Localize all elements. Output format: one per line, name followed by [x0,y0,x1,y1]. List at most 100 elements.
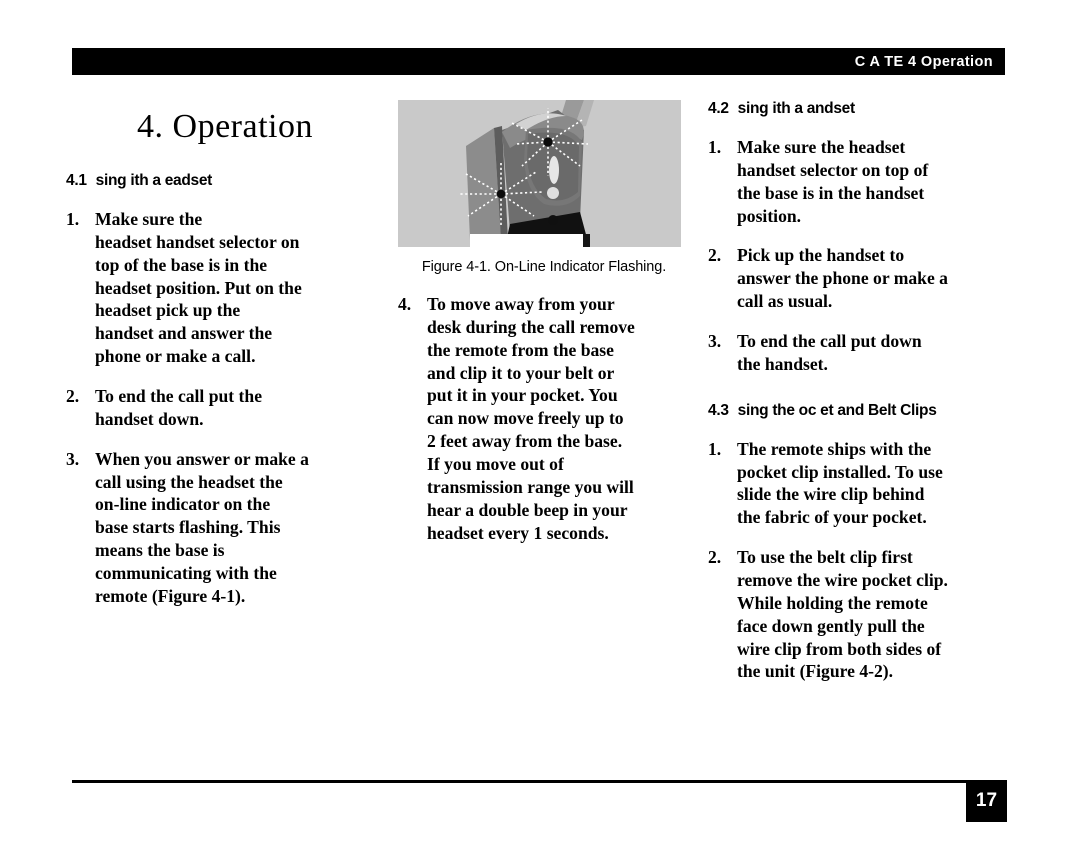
text-line: put it in your pocket. You [427,385,618,406]
text-line: communicating with the [95,563,277,584]
left-column: 4. Operation 4.1 sing ith a eadset 1. Mak… [66,100,384,608]
section-title: sing ith a eadset [95,172,213,189]
right-column: 4.2 sing ith a andset 1. Make sure the he… [708,100,1008,683]
middle-column: Figure 4-1. On-Line Indicator Flashing. … [398,100,690,544]
text-line: pocket clip installed. To use [737,461,943,482]
figure-caption: Figure 4-1. On-Line Indicator Flashing. [421,259,667,275]
list-item: 2. To end the call put the handset down. [66,385,384,431]
indicator-led-top [543,137,553,147]
list-item: 1. Make sure the headset handset selecto… [708,136,1008,227]
list-marker: 2. [708,245,722,266]
text-line: answer the phone or make a [737,268,948,289]
text-line: headset position. Put on the [95,277,302,298]
running-header-bar: C A TE 4 Operation [72,48,1005,75]
text-line: can now move freely up to [427,408,624,429]
list-item-text: Make sure the headset handset selector o… [737,136,1008,227]
section-number: 4.1 [66,172,87,189]
indicator-led-left [496,189,506,199]
section-heading-4-1: 4.1 sing ith a eadset [66,172,384,190]
section-heading-4-2: 4.2 sing ith a andset [708,100,1008,118]
text-line: headset pick up the [95,300,241,321]
text-line: Make sure the [95,209,203,229]
text-line: the base is in the handset [737,182,925,203]
text-line: To use the belt clip first [737,547,913,568]
list-marker: 3. [708,331,722,352]
list-marker: 2. [66,386,80,407]
list-marker: 1. [708,438,722,459]
phone-base-illustration [398,100,681,247]
page-number: 17 [975,790,998,811]
text-line: Make sure the headset [737,137,906,157]
list-item: 2. To use the belt clip first remove the… [708,546,1008,683]
text-line: headset handset selector on [95,231,300,252]
list-item: 1. The remote ships with the pocket clip… [708,438,1008,529]
figure-bottom-notch [470,234,583,247]
list-item-text: To move away from your desk during the c… [427,293,690,544]
list-item: 1. Make sure the headset handset selecto… [66,208,384,368]
text-line: position. [737,205,802,226]
text-line: Pick up the handset to [737,245,905,266]
middle-column-list: 4. To move away from your desk during th… [398,293,690,544]
section-4-2-list: 1. Make sure the headset handset selecto… [708,136,1008,376]
page-number-box: 17 [966,780,1007,822]
text-line: handset selector on top of [737,159,929,180]
list-item-text: To end the call put down the handset. [737,330,1008,376]
section-number: 4.3 [708,401,729,419]
text-line: headset every 1 seconds. [427,522,609,543]
section-4-3-list: 1. The remote ships with the pocket clip… [708,438,1008,684]
list-marker: 1. [66,209,80,229]
text-line: To end the call put down [737,331,922,352]
list-item-text: To use the belt clip first remove the wi… [737,546,1008,683]
document-page: C A TE 4 Operation 4. Operation 4.1 sing … [0,0,1080,856]
text-line: wire clip from both sides of [737,638,942,659]
text-line: base starts flashing. This [95,517,281,538]
text-line: and clip it to your belt or [427,362,615,383]
text-line: face down gently pull the [737,615,925,636]
text-line: If you move out of [427,454,564,475]
footer-divider [72,780,977,783]
list-marker: 4. [398,294,412,314]
figure-image-on-line-indicator-flashing [398,100,681,247]
section-4-1-list: 1. Make sure the headset handset selecto… [66,208,384,608]
text-line: remove the wire pocket clip. [737,570,948,591]
text-line: call using the headset the [95,471,283,492]
section-title: sing the oc et and Belt Clips [737,401,937,419]
text-line: To move away from your [427,294,615,314]
list-marker: 3. [66,448,80,469]
section-number: 4.2 [708,100,729,117]
text-line: To end the call put the [95,386,263,407]
list-item-text: The remote ships with the pocket clip in… [737,438,1008,529]
list-marker: 1. [708,137,722,157]
list-item-text: When you answer or make a call using the… [95,448,384,608]
text-line: the handset. [737,353,828,374]
list-item-text: To end the call put the handset down. [95,385,384,431]
list-item: 2. Pick up the handset to answer the pho… [708,244,1008,313]
text-line: desk during the call remove [427,316,635,337]
figure-4-1: Figure 4-1. On-Line Indicator Flashing. [398,100,690,275]
text-line: the unit (Figure 4-2). [737,661,894,682]
text-line: The remote ships with the [737,438,932,459]
text-line: handset and answer the [95,323,273,344]
list-marker: 2. [708,547,722,568]
text-line: slide the wire clip behind [737,484,925,505]
text-line: When you answer or make a [95,448,309,469]
text-line: transmission range you will [427,476,634,497]
text-line: phone or make a call. [95,346,256,367]
list-item: 4. To move away from your desk during th… [398,293,690,544]
text-line: the fabric of your pocket. [737,507,927,528]
section-heading-4-3: 4.3 sing the oc et and Belt Clips [708,402,1008,420]
chapter-title: 4. Operation [137,108,313,145]
section-title: sing ith a andset [737,100,856,117]
text-line: the remote from the base [427,339,614,360]
list-item: 3. To end the call put down the handset. [708,330,1008,376]
text-line: top of the base is in the [95,254,268,275]
text-line: handset down. [95,408,204,429]
list-item-text: Make sure the headset handset selector o… [95,208,384,368]
running-header-title: C A TE 4 Operation [854,53,993,70]
